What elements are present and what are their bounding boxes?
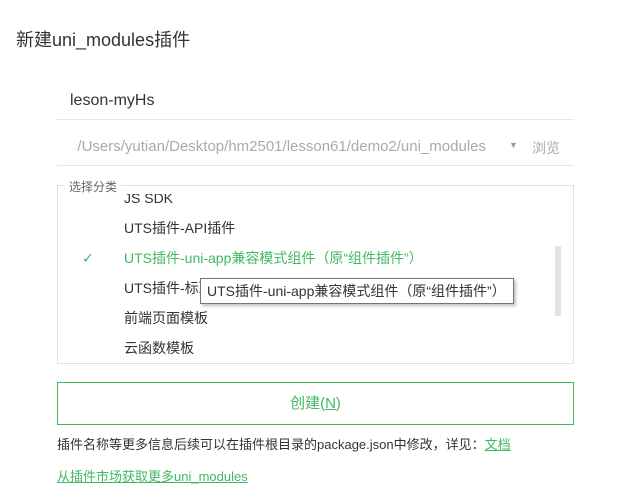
create-button-mnemonic: N bbox=[325, 395, 336, 412]
create-button-label-end: ) bbox=[335, 395, 341, 412]
info-text-body: 插件名称等更多信息后续可以在插件根目录的package.json中修改，详见： bbox=[57, 437, 485, 452]
category-item-label: JS SDK bbox=[124, 194, 174, 206]
plugin-market-link[interactable]: 从插件市场获取更多uni_modules bbox=[57, 466, 248, 485]
category-item-label: UTS插件-API插件 bbox=[124, 220, 236, 236]
category-item-label: UTS插件-uni-app兼容模式组件（原“组件插件”） bbox=[124, 250, 423, 266]
create-button-label: 创建( bbox=[290, 395, 326, 412]
category-tooltip: UTS插件-uni-app兼容模式组件（原“组件插件”） bbox=[200, 278, 514, 304]
category-item-uts-uniapp-component[interactable]: ✓ UTS插件-uni-app兼容模式组件（原“组件插件”） bbox=[58, 243, 573, 273]
dropdown-arrow-icon[interactable]: ▼ bbox=[509, 140, 518, 150]
plugin-name-field[interactable] bbox=[57, 86, 574, 120]
check-icon: ✓ bbox=[82, 250, 94, 266]
category-legend: 选择分类 bbox=[65, 178, 122, 195]
category-item-label: 云函数模板 bbox=[124, 340, 194, 356]
create-button[interactable]: 创建(N) bbox=[57, 382, 574, 425]
new-uni-modules-dialog: 新建uni_modules插件 /Users/yutian/Desktop/hm… bbox=[0, 0, 629, 504]
category-item-frontend-template[interactable]: 前端页面模板 bbox=[58, 303, 573, 333]
category-list[interactable]: JS SDK UTS插件-API插件 ✓ UTS插件-uni-app兼容模式组件… bbox=[58, 194, 573, 356]
category-item-uts-api[interactable]: UTS插件-API插件 bbox=[58, 213, 573, 243]
plugin-name-input[interactable] bbox=[70, 92, 550, 110]
category-group: 选择分类 JS SDK UTS插件-API插件 ✓ UTS插件-uni-app兼… bbox=[57, 178, 574, 364]
info-text: 插件名称等更多信息后续可以在插件根目录的package.json中修改，详见：文… bbox=[57, 434, 511, 453]
dialog-title: 新建uni_modules插件 bbox=[16, 30, 191, 50]
category-item-js-sdk[interactable]: JS SDK bbox=[58, 194, 573, 213]
category-item-label: 前端页面模板 bbox=[124, 310, 208, 326]
doc-link[interactable]: 文档 bbox=[485, 437, 511, 452]
plugin-path-field[interactable]: /Users/yutian/Desktop/hm2501/lesson61/de… bbox=[57, 129, 574, 166]
plugin-path-text[interactable]: /Users/yutian/Desktop/hm2501/lesson61/de… bbox=[77, 138, 486, 155]
category-item-cloud-function-template[interactable]: 云函数模板 bbox=[58, 333, 573, 356]
path-field-edge bbox=[57, 129, 65, 165]
browse-button[interactable]: 浏览 bbox=[532, 138, 560, 158]
category-list-content: JS SDK UTS插件-API插件 ✓ UTS插件-uni-app兼容模式组件… bbox=[58, 194, 573, 356]
category-list-scrollbar[interactable] bbox=[555, 246, 561, 316]
